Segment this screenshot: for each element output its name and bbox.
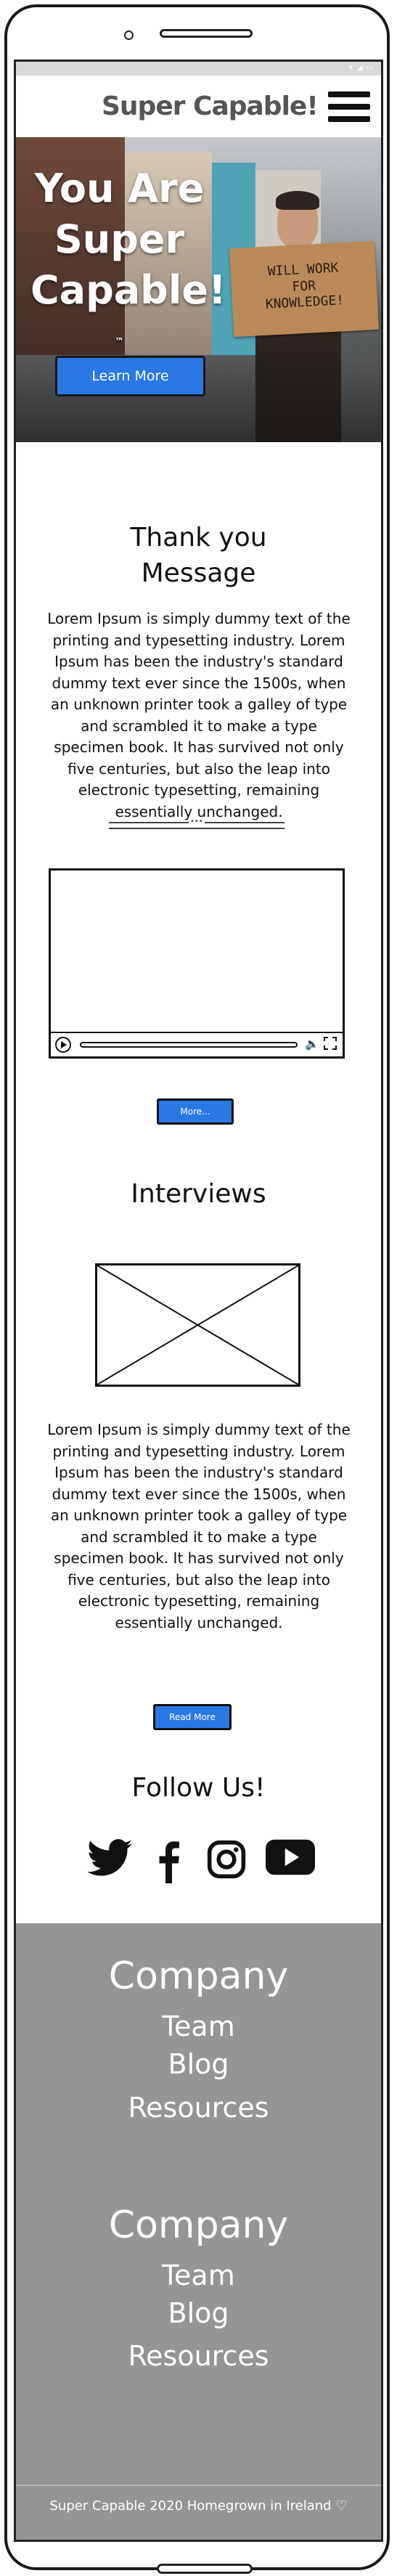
interviews-heading: Interviews — [131, 1179, 266, 1209]
logo[interactable]: Super Capable! — [102, 91, 319, 121]
footer-link-resources[interactable]: Resources — [16, 2089, 381, 2127]
signal-icon: ◢ — [356, 64, 363, 72]
battery-icon: ▭ — [367, 64, 374, 72]
thank-you-text: Lorem Ipsum is simply dummy text of the … — [47, 610, 351, 820]
twitter-icon[interactable] — [87, 1839, 132, 1886]
footer-group-title: Company — [108, 2204, 289, 2247]
read-more-button[interactable]: Read More — [153, 1704, 232, 1730]
footer-group-title: Company — [108, 1955, 289, 1998]
hero-banner: WILL WORK FOR KNOWLEDGE! You Are Super C… — [16, 137, 381, 442]
footer-link-team[interactable]: Team — [16, 2257, 381, 2294]
footer-link-blog[interactable]: Blog — [16, 2294, 381, 2332]
interview-image-placeholder — [95, 1263, 300, 1387]
status-bar: ▾ ◢ ▭ — [16, 62, 381, 76]
hamburger-menu-icon[interactable] — [328, 91, 370, 129]
instagram-icon[interactable] — [206, 1839, 247, 1886]
hero-title: You Are Super Capable!™ — [30, 166, 226, 346]
footer-link-team[interactable]: Team — [16, 2008, 381, 2045]
wifi-icon: ▾ — [348, 64, 353, 72]
cardboard-sign: WILL WORK FOR KNOWLEDGE! — [229, 240, 380, 338]
speaker — [160, 29, 253, 38]
facebook-icon[interactable] — [157, 1839, 179, 1886]
fullscreen-icon[interactable] — [324, 1037, 337, 1050]
thank-you-heading-line1: Thank you — [130, 523, 267, 553]
thank-you-heading-line2: Message — [141, 558, 256, 588]
interviews-text: Lorem Ipsum is simply dummy text of the … — [47, 1421, 351, 1631]
camera — [124, 30, 134, 40]
home-button[interactable] — [157, 2564, 253, 2574]
footer-link-blog[interactable]: Blog — [16, 2045, 381, 2083]
video-controls: 🔈 — [51, 1032, 343, 1056]
video-progress-bar[interactable] — [80, 1042, 298, 1048]
play-icon[interactable] — [55, 1037, 71, 1053]
learn-more-button[interactable]: Learn More — [55, 356, 205, 396]
follow-heading: Follow Us! — [131, 1773, 266, 1803]
footer-link-resources[interactable]: Resources — [16, 2337, 381, 2375]
section-divider: ••• — [109, 818, 285, 831]
video-player[interactable]: 🔈 — [49, 868, 345, 1059]
more-button[interactable]: More... — [157, 1099, 234, 1125]
site-header: Super Capable! — [16, 76, 381, 137]
screen: ▾ ◢ ▭ Super Capable! WILL WORK FOR KNOWL… — [14, 60, 383, 2542]
youtube-icon[interactable] — [266, 1839, 315, 1886]
footer-divider — [16, 2485, 381, 2486]
footer-copyright: Super Capable 2020 Homegrown in Ireland … — [49, 2498, 348, 2514]
footer: Company Team Blog Resources Company Team… — [16, 1923, 381, 2540]
heart-icon: ♡ — [335, 2498, 348, 2514]
volume-icon[interactable]: 🔈 — [305, 1037, 319, 1051]
